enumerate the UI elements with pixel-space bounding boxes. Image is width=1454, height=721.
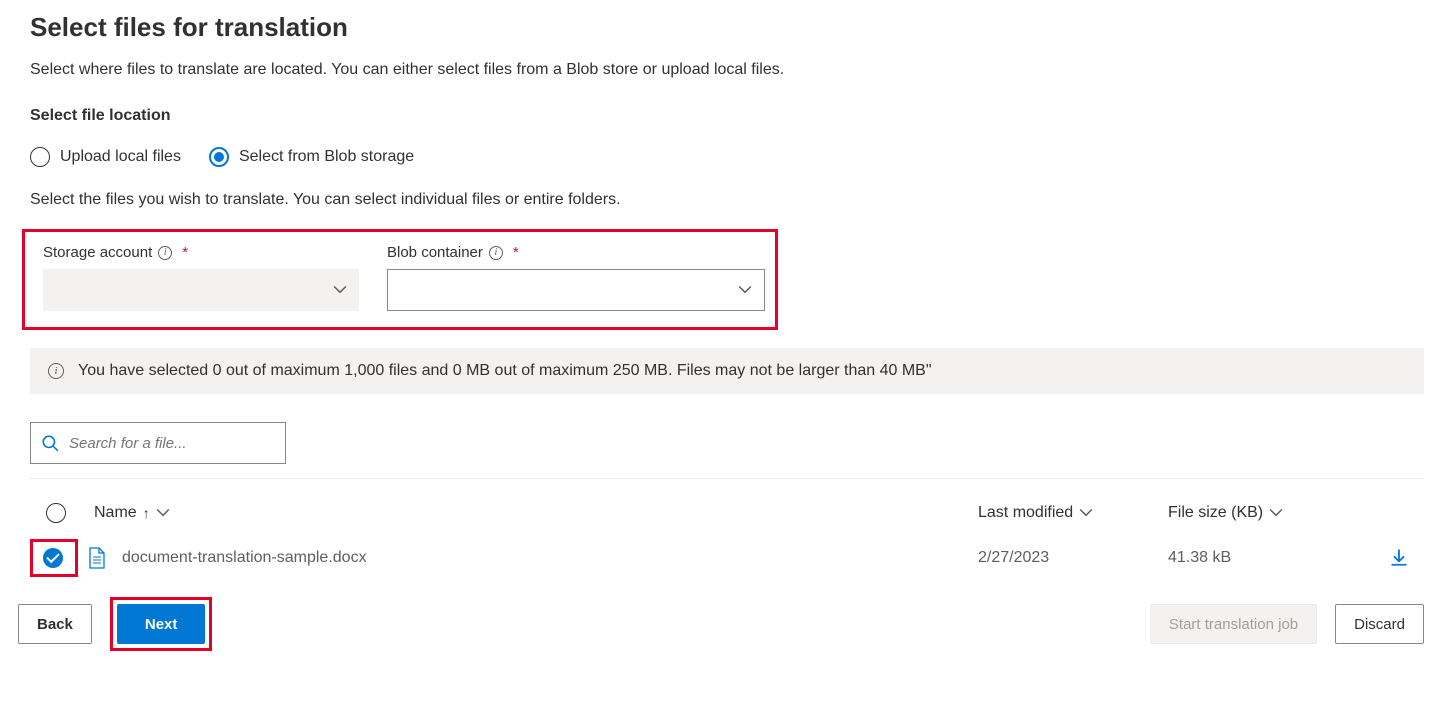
column-file-size[interactable]: File size (KB) [1168,504,1368,522]
chevron-down-icon [333,283,347,297]
radio-upload-label: Upload local files [60,148,181,166]
storage-account-label: Storage account [43,244,152,261]
chevron-down-icon [156,506,170,520]
divider [30,478,1424,479]
next-button[interactable]: Next [117,604,206,644]
column-name[interactable]: Name ↑ [94,504,978,522]
radio-upload-local[interactable]: Upload local files [30,147,181,167]
row-checkbox[interactable] [43,548,63,568]
page-subtitle: Select where files to translate are loca… [30,61,1424,79]
discard-button[interactable]: Discard [1335,604,1424,644]
chevron-down-icon [1079,506,1093,520]
document-icon [88,547,106,569]
table-row[interactable]: document-translation-sample.docx 2/27/20… [30,533,1424,583]
back-button[interactable]: Back [18,604,92,644]
file-search[interactable] [30,422,286,464]
radio-icon [209,147,229,167]
info-icon[interactable]: i [158,246,172,260]
required-indicator: * [513,244,519,261]
column-size-label: File size (KB) [1168,504,1263,522]
info-icon: i [48,363,64,379]
select-all-checkbox[interactable] [46,503,66,523]
file-table-header: Name ↑ Last modified File size (KB) [30,493,1424,533]
file-location-label: Select file location [30,107,1424,125]
column-name-label: Name [94,504,137,522]
helper-text: Select the files you wish to translate. … [30,191,1424,209]
row-checkbox-highlight [30,539,78,577]
radio-blob-storage[interactable]: Select from Blob storage [209,147,414,167]
next-button-highlight: Next [110,597,213,651]
info-bar-text: You have selected 0 out of maximum 1,000… [78,362,932,380]
search-input[interactable] [67,434,275,453]
chevron-down-icon [1269,506,1283,520]
page-title: Select files for translation [30,12,1424,43]
file-location-radio-group: Upload local files Select from Blob stor… [30,147,1424,167]
info-icon[interactable]: i [489,246,503,260]
blob-container-select[interactable] [387,269,765,311]
column-modified-label: Last modified [978,504,1073,522]
blob-container-label: Blob container [387,244,483,261]
selection-info-bar: i You have selected 0 out of maximum 1,0… [30,348,1424,394]
sort-ascending-icon: ↑ [143,505,150,521]
chevron-down-icon [738,283,752,297]
storage-account-select[interactable] [43,269,359,311]
footer-buttons: Back Next Start translation job Discard [18,597,1424,651]
radio-blob-label: Select from Blob storage [239,148,414,166]
file-name: document-translation-sample.docx [122,549,978,567]
start-translation-button: Start translation job [1150,604,1317,644]
download-icon[interactable] [1390,549,1408,567]
radio-icon [30,147,50,167]
storage-fields-highlight: Storage account i * Blob container i * [22,229,778,330]
required-indicator: * [182,244,188,261]
file-size: 41.38 kB [1168,549,1368,567]
search-icon [41,434,59,452]
column-last-modified[interactable]: Last modified [978,504,1168,522]
file-modified: 2/27/2023 [978,549,1168,567]
